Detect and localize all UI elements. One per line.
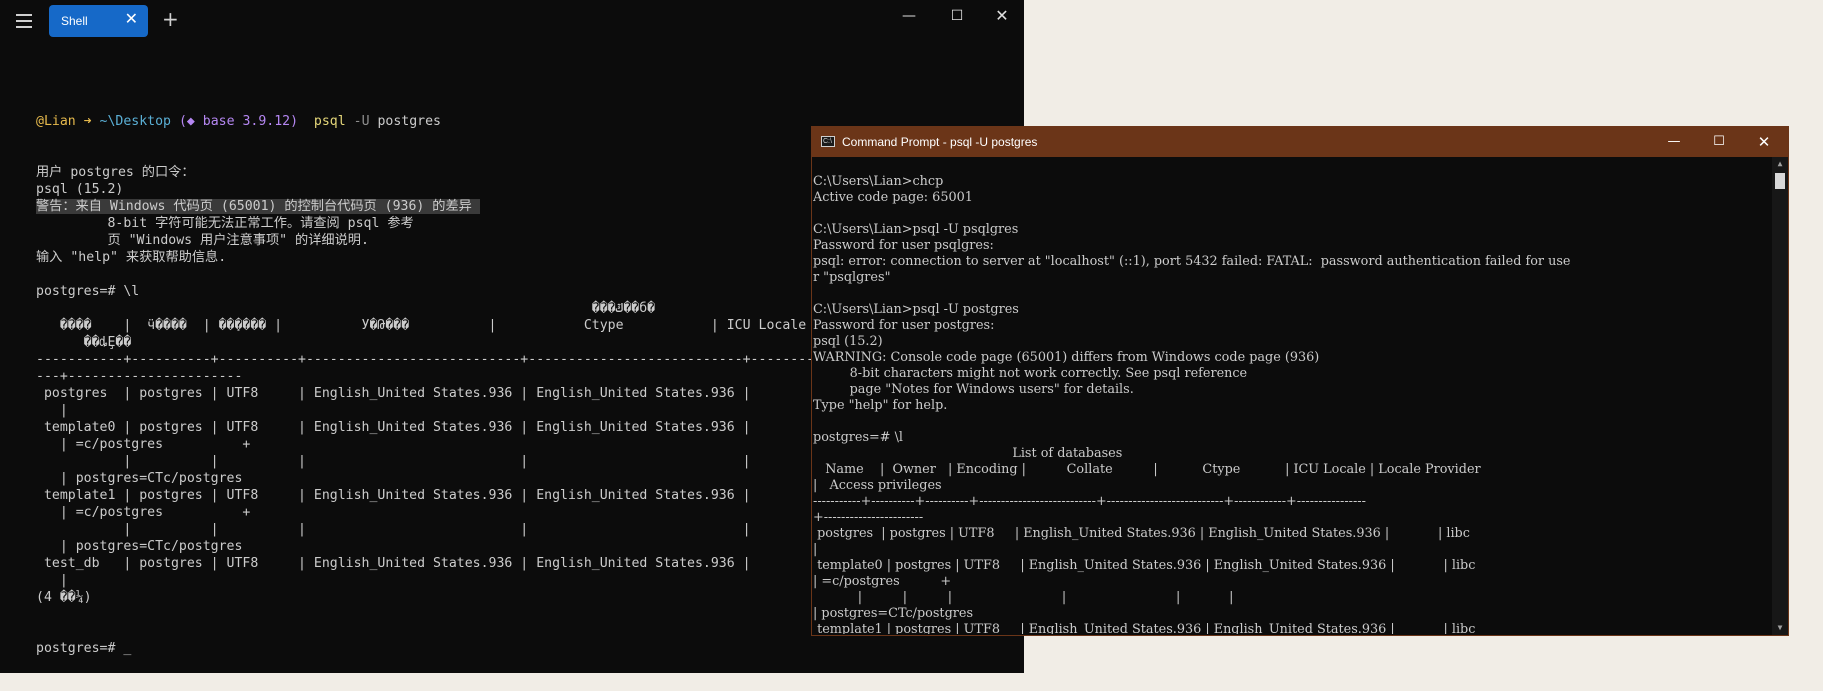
terminal-line-text: | =c/postgres + — [36, 437, 251, 452]
terminal-line-text: postgres=# \l — [36, 284, 140, 299]
cmd-line: Type "help" for help. — [813, 398, 948, 413]
cmd-line: C:\Users\Lian>psql -U psqlgres — [813, 222, 1019, 237]
terminal-line-text: -----------+----------+----------+------… — [36, 352, 846, 367]
cmd-title: Command Prompt - psql -U postgres — [842, 135, 1038, 149]
cmd-line — [813, 206, 1773, 222]
terminal-line-text: ���� | ӵ���� | ��ַ���� | У�Թ��� | Ctype … — [36, 318, 807, 333]
cmd-line: | Access privileges — [813, 478, 942, 493]
terminal-line: postgres=# _ — [36, 640, 1024, 657]
terminal-line-text: postgres | postgres | UTF8 | English_Uni… — [36, 386, 751, 401]
prompt-directory: ~\Desktop — [99, 114, 171, 129]
terminal-line-text: 页 "Windows 用户注意事项" 的详细说明. — [36, 233, 369, 248]
prompt-flag: -U — [345, 114, 378, 129]
tab-shell[interactable]: Shell ✕ — [49, 5, 148, 37]
cmd-line — [813, 286, 1773, 302]
cmd-line: | | | | | | — [813, 590, 1234, 605]
terminal-line-text: template0 | postgres | UTF8 | English_Un… — [36, 420, 751, 435]
terminal-line-text: | — [36, 573, 68, 588]
minimize-icon[interactable]: — — [1659, 131, 1689, 153]
cmd-line: | postgres=CTc/postgres — [813, 606, 974, 621]
terminal-line-text: | | | | | — [36, 522, 751, 537]
prompt-conda-env: (◆ base 3.9.12) — [171, 114, 306, 129]
cmd-app-icon: C:\ — [821, 136, 835, 147]
minimize-icon[interactable]: — — [894, 6, 924, 26]
terminal-line-text: ---+---------------------- — [36, 369, 243, 384]
scroll-down-icon[interactable]: ▼ — [1772, 621, 1788, 635]
terminal-line-text: test_db | postgres | UTF8 | English_Unit… — [36, 556, 751, 571]
cmd-line: List of databases — [813, 446, 1123, 461]
cmd-line: 8-bit characters might not work correctl… — [813, 366, 1248, 381]
tab-label: Shell — [61, 14, 88, 28]
cmd-line: postgres=# \l — [813, 430, 903, 445]
cmd-window: C:\ Command Prompt - psql -U postgres — … — [811, 126, 1789, 636]
cmd-line: template0 | postgres | UTF8 | English_Un… — [813, 558, 1476, 573]
terminal-line-text: 输入 "help" 来获取帮助信息. — [36, 250, 227, 265]
cmd-line: WARNING: Console code page (65001) diffe… — [813, 350, 1320, 365]
cmd-line: | =c/postgres + — [813, 574, 952, 589]
prompt-arg: postgres — [377, 114, 441, 129]
terminal-line-text: | postgres=CTc/postgres — [36, 539, 243, 554]
cmd-line: postgres | postgres | UTF8 | English_Uni… — [813, 526, 1470, 541]
terminal-line-text: 警告：来自 Windows 代码页 (65001) 的控制台代码页 (936) … — [36, 199, 480, 214]
close-tab-icon[interactable]: ✕ — [125, 11, 138, 29]
terminal-line-text: psql (15.2) — [36, 182, 124, 197]
cmd-output[interactable]: C:\Users\Lian>chcp Active code page: 6500… — [813, 174, 1773, 634]
cmd-line: +----------------------- — [813, 510, 924, 525]
cmd-line: psql (15.2) — [813, 334, 883, 349]
cmd-line: Name | Owner | Encoding | Collate | Ctyp… — [813, 462, 1481, 477]
cmd-line: template1 | postgres | UTF8 | English_Un… — [813, 622, 1476, 634]
prompt-user: @Lian — [36, 114, 76, 129]
prompt-arrow: ➜ — [75, 114, 100, 129]
cmd-line — [813, 414, 1773, 430]
cmd-line: C:\Users\Lian>psql -U postgres — [813, 302, 1019, 317]
cmd-line: psql: error: connection to server at "lo… — [813, 254, 1571, 269]
terminal-line-text: | postgres=CTc/postgres — [36, 471, 243, 486]
terminal-line-text: template1 | postgres | UTF8 | English_Un… — [36, 488, 751, 503]
cmd-titlebar[interactable]: C:\ Command Prompt - psql -U postgres — … — [812, 127, 1788, 157]
cmd-line: Password for user psqlgres: — [813, 238, 994, 253]
close-window-icon[interactable]: ✕ — [1749, 131, 1779, 153]
cmd-line: C:\Users\Lian>chcp — [813, 174, 944, 189]
cmd-line: | — [813, 542, 818, 557]
terminal-line-text: (4 ��¼) — [36, 590, 92, 605]
cmd-line: Active code page: 65001 — [813, 190, 973, 205]
cmd-line: page "Notes for Windows users" for detai… — [813, 382, 1134, 397]
terminal-titlebar: Shell ✕ + — ☐ ✕ — [0, 0, 1024, 42]
cmd-line: r "psqlgres" — [813, 270, 891, 285]
new-tab-icon[interactable]: + — [162, 9, 179, 29]
terminal-line-text: 8-bit 字符可能无法正常工作。请查阅 psql 参考 — [36, 216, 414, 231]
cmd-line: Password for user postgres: — [813, 318, 995, 333]
scrollbar[interactable]: ▲ ▼ — [1772, 157, 1788, 635]
close-window-icon[interactable]: ✕ — [987, 6, 1017, 26]
terminal-line-text: | | | | | — [36, 454, 751, 469]
terminal-line-text: 用户 postgres 的口令： — [36, 165, 195, 180]
terminal-line-text: | =c/postgres + — [36, 505, 251, 520]
scrollbar-thumb[interactable] — [1775, 173, 1785, 189]
terminal-line-text: | — [36, 403, 68, 418]
terminal-line-text: postgres=# _ — [36, 641, 132, 656]
terminal-line-text: ���ݿ��б� — [36, 301, 656, 316]
hamburger-menu-icon[interactable] — [14, 12, 34, 30]
scroll-up-icon[interactable]: ▲ — [1772, 157, 1788, 171]
maximize-icon[interactable]: ☐ — [942, 6, 972, 26]
maximize-icon[interactable]: ☐ — [1704, 131, 1734, 153]
terminal-line-text: ��ȡȨ�� — [36, 335, 132, 350]
cmd-line: -----------+----------+----------+------… — [813, 494, 1366, 509]
prompt-command: psql — [305, 114, 346, 129]
